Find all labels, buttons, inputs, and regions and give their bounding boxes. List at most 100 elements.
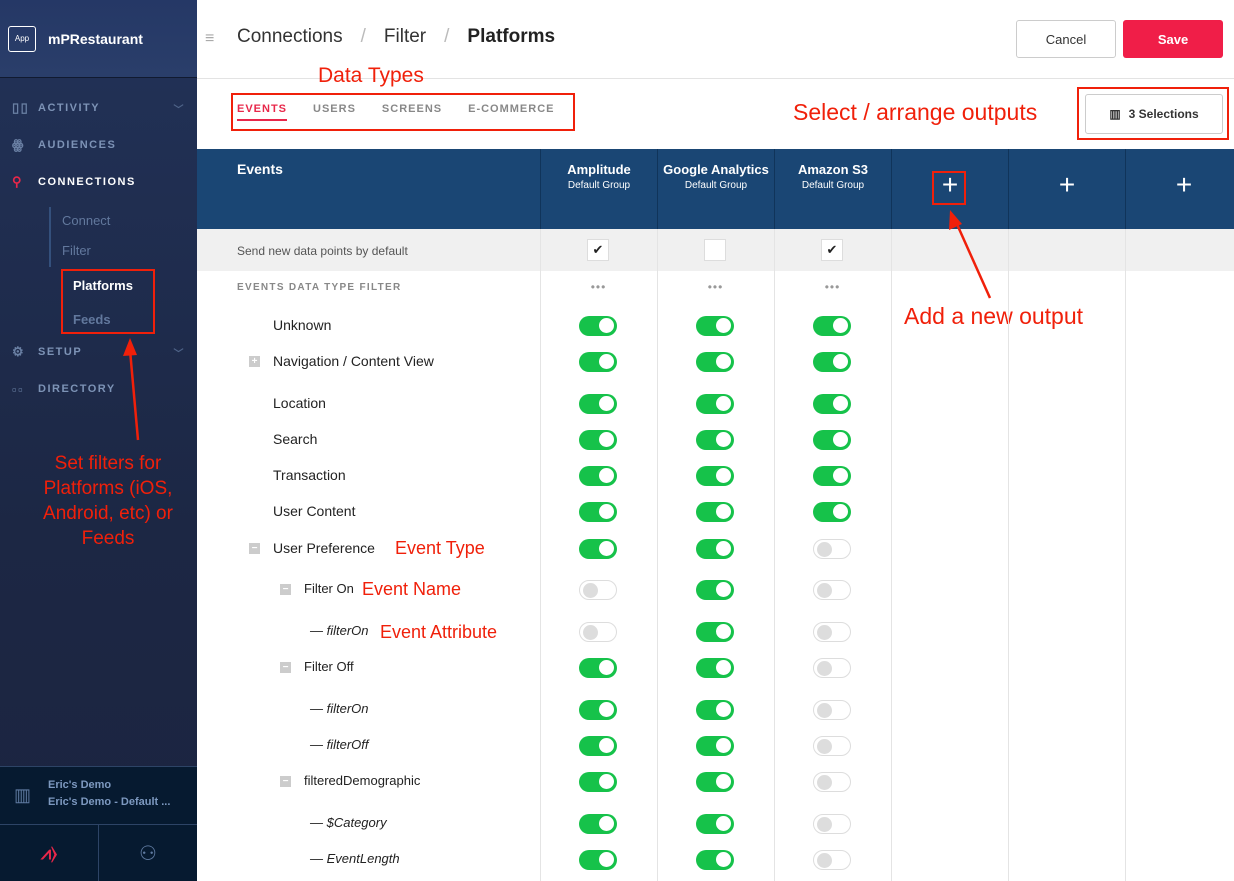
toggle-switch[interactable] xyxy=(813,772,851,792)
column-menu-icon[interactable]: ••• xyxy=(774,280,891,294)
save-button[interactable]: Save xyxy=(1123,20,1223,58)
menu-icon[interactable]: ≡ xyxy=(205,30,214,48)
toggle-switch[interactable] xyxy=(813,502,851,522)
toggle-switch[interactable] xyxy=(579,316,617,336)
collapse-icon[interactable]: − xyxy=(280,584,291,595)
toggle-knob xyxy=(716,432,731,447)
add-output-button[interactable]: + xyxy=(1008,149,1125,229)
checkbox-checked[interactable]: ✔ xyxy=(587,239,609,261)
nav-directory[interactable]: ▫▫ DIRECTORY xyxy=(0,379,197,399)
table-row: Transaction xyxy=(197,466,897,486)
table-row: — filterOn xyxy=(197,700,897,720)
toggle-switch[interactable] xyxy=(813,658,851,678)
toggle-knob xyxy=(599,396,614,411)
cancel-button[interactable]: Cancel xyxy=(1016,20,1116,58)
toggle-knob xyxy=(716,318,731,333)
row-label: Location xyxy=(273,395,326,411)
toggle-switch[interactable] xyxy=(696,539,734,559)
toggle-switch[interactable] xyxy=(813,700,851,720)
toggle-switch[interactable] xyxy=(813,622,851,642)
account-switcher[interactable]: ▥ Eric's Demo Eric's Demo - Default ... xyxy=(0,766,197,825)
toggle-knob xyxy=(817,703,832,718)
crumb-filter[interactable]: Filter xyxy=(384,26,426,48)
toggle-switch[interactable] xyxy=(696,394,734,414)
toggle-knob xyxy=(817,583,832,598)
nav-activity[interactable]: ▯▯ ACTIVITY ﹀ xyxy=(0,98,197,118)
row-label: — filterOn xyxy=(310,623,369,638)
nav-connect[interactable]: Connect xyxy=(62,213,110,228)
toggle-switch[interactable] xyxy=(579,466,617,486)
crumb-connections[interactable]: Connections xyxy=(237,26,343,48)
toggle-switch[interactable] xyxy=(579,658,617,678)
toggle-switch[interactable] xyxy=(696,352,734,372)
toggle-switch[interactable] xyxy=(813,736,851,756)
toggle-switch[interactable] xyxy=(579,700,617,720)
mparticle-logo-icon[interactable]: ⩘⟩ xyxy=(0,825,99,881)
toggle-switch[interactable] xyxy=(813,580,851,600)
add-output-button[interactable]: + xyxy=(1125,149,1234,229)
collapse-icon[interactable]: − xyxy=(280,776,291,787)
toggle-knob xyxy=(716,738,731,753)
checkbox-unchecked[interactable] xyxy=(704,239,726,261)
toggle-switch[interactable] xyxy=(696,736,734,756)
nav-connections[interactable]: ⚲ CONNECTIONS xyxy=(0,172,197,192)
column-menu-icon[interactable]: ••• xyxy=(657,280,774,294)
toggle-switch[interactable] xyxy=(579,814,617,834)
output-column-header[interactable]: Amazon S3 Default Group xyxy=(774,149,891,229)
toggle-switch[interactable] xyxy=(696,502,734,522)
toggle-knob xyxy=(833,504,848,519)
table-row: Location xyxy=(197,394,897,414)
chevron-down-icon: ﹀ xyxy=(173,348,185,360)
toggle-switch[interactable] xyxy=(696,814,734,834)
table-row: − User Preference xyxy=(197,539,897,559)
toggle-switch[interactable] xyxy=(696,580,734,600)
toggle-switch[interactable] xyxy=(813,430,851,450)
toggle-switch[interactable] xyxy=(696,466,734,486)
toggle-switch[interactable] xyxy=(813,316,851,336)
toggle-switch[interactable] xyxy=(813,352,851,372)
toggle-knob xyxy=(817,817,832,832)
nav-label: AUDIENCES xyxy=(38,139,117,151)
toggle-switch[interactable] xyxy=(579,430,617,450)
toggle-switch[interactable] xyxy=(579,580,617,600)
toggle-switch[interactable] xyxy=(696,622,734,642)
toggle-knob xyxy=(716,852,731,867)
nav-setup[interactable]: ⚙ SETUP ﹀ xyxy=(0,342,197,362)
toggle-switch[interactable] xyxy=(696,700,734,720)
toggle-switch[interactable] xyxy=(813,394,851,414)
toggle-switch[interactable] xyxy=(579,622,617,642)
toggle-switch[interactable] xyxy=(813,850,851,870)
toggle-switch[interactable] xyxy=(579,394,617,414)
toggle-switch[interactable] xyxy=(696,430,734,450)
toggle-switch[interactable] xyxy=(579,352,617,372)
nav-audiences[interactable]: ꙮ AUDIENCES xyxy=(0,135,197,155)
expand-icon[interactable]: + xyxy=(249,356,260,367)
column-menu-icon[interactable]: ••• xyxy=(540,280,657,294)
toggle-switch[interactable] xyxy=(696,316,734,336)
output-column-header[interactable]: Google Analytics Default Group xyxy=(657,149,774,229)
collapse-icon[interactable]: − xyxy=(249,543,260,554)
toggle-switch[interactable] xyxy=(579,772,617,792)
toggle-switch[interactable] xyxy=(813,539,851,559)
toggle-switch[interactable] xyxy=(579,736,617,756)
user-icon[interactable]: ⚇ xyxy=(99,825,197,881)
table-row: User Content xyxy=(197,502,897,522)
plus-icon: + xyxy=(1058,169,1076,200)
annotation-data-types: Data Types xyxy=(318,64,424,87)
nav-filter[interactable]: Filter xyxy=(62,243,91,258)
toggle-switch[interactable] xyxy=(579,850,617,870)
output-column-header[interactable]: Amplitude Default Group xyxy=(540,149,657,229)
toggle-switch[interactable] xyxy=(696,658,734,678)
account-name: Eric's Demo xyxy=(48,779,112,791)
toggle-switch[interactable] xyxy=(579,502,617,522)
toggle-switch[interactable] xyxy=(696,772,734,792)
toggle-switch[interactable] xyxy=(579,539,617,559)
app-switcher[interactable]: App mPRestaurant xyxy=(0,0,197,78)
output-group: Default Group xyxy=(801,180,865,191)
output-name: Amplitude xyxy=(567,162,631,177)
checkbox-checked[interactable]: ✔ xyxy=(821,239,843,261)
toggle-switch[interactable] xyxy=(813,814,851,834)
collapse-icon[interactable]: − xyxy=(280,662,291,673)
toggle-switch[interactable] xyxy=(813,466,851,486)
toggle-switch[interactable] xyxy=(696,850,734,870)
